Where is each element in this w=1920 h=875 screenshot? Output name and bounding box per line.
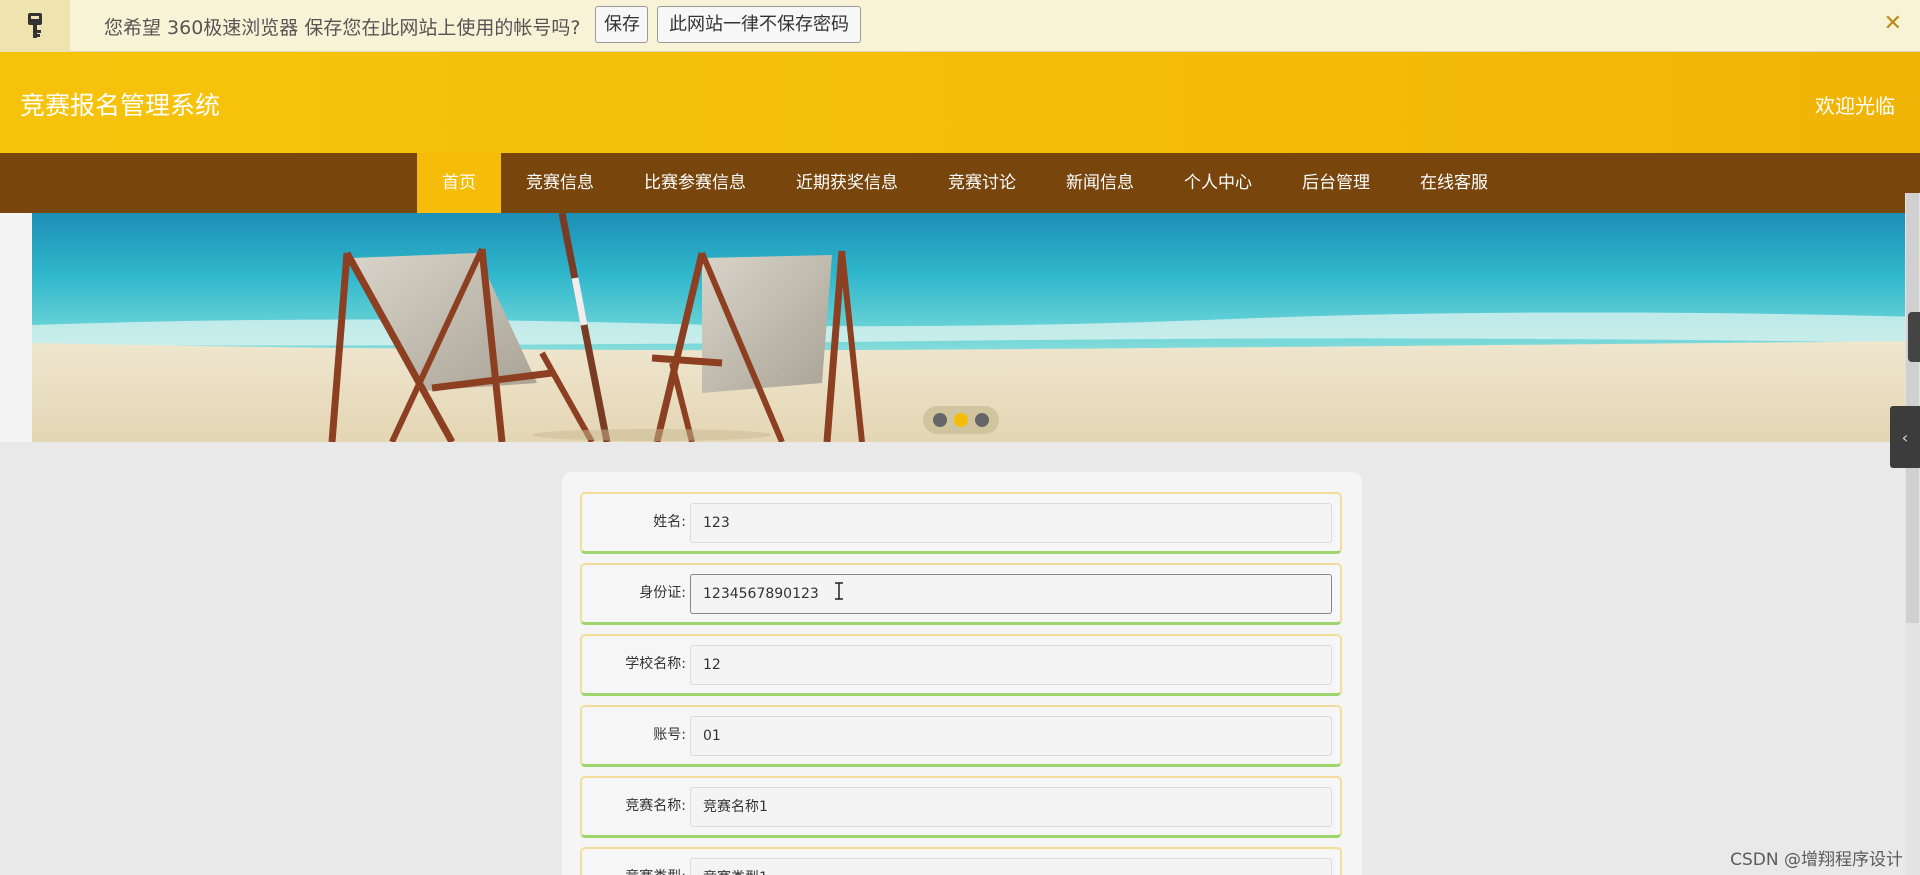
- save-password-button[interactable]: 保存: [595, 6, 648, 43]
- key-icon: [0, 0, 70, 52]
- nav-item-recent-awards[interactable]: 近期获奖信息: [771, 153, 923, 213]
- field-label-name: 姓名:: [653, 514, 686, 530]
- main-nav: 首页 竞赛信息 比赛参赛信息 近期获奖信息 竞赛讨论 新闻信息 个人中心 后台管…: [0, 153, 1920, 213]
- banner-pagination: [923, 406, 999, 434]
- field-label-school: 学校名称:: [625, 656, 686, 672]
- nav-item-admin[interactable]: 后台管理: [1277, 153, 1395, 213]
- text-cursor-icon: [835, 582, 843, 600]
- name-input[interactable]: 123: [690, 503, 1332, 543]
- nav-item-competition-discussion[interactable]: 竞赛讨论: [923, 153, 1041, 213]
- nav-item-participation-info[interactable]: 比赛参赛信息: [619, 153, 771, 213]
- field-label-account: 账号:: [653, 727, 686, 743]
- form-row-name: 姓名: 123: [580, 492, 1342, 554]
- account-input[interactable]: 01: [690, 716, 1332, 756]
- welcome-text: 欢迎光临: [1815, 94, 1895, 118]
- never-save-password-button[interactable]: 此网站一律不保存密码: [657, 6, 861, 43]
- form-row-competition-name: 竞赛名称: 竞赛名称1: [580, 776, 1342, 838]
- chevron-left-icon: ‹: [1901, 427, 1909, 447]
- banner-dot-1[interactable]: [932, 413, 947, 427]
- school-input[interactable]: 12: [690, 645, 1332, 685]
- nav-item-news[interactable]: 新闻信息: [1041, 153, 1159, 213]
- form-row-school: 学校名称: 12: [580, 634, 1342, 696]
- competition-name-input[interactable]: 竞赛名称1: [690, 787, 1332, 827]
- form-row-id-card: 身份证: 1234567890123: [580, 563, 1342, 625]
- side-grip-handle[interactable]: [1908, 312, 1920, 362]
- field-label-id-card: 身份证:: [639, 585, 686, 601]
- form-row-account: 账号: 01: [580, 705, 1342, 767]
- side-panel-toggle[interactable]: ‹: [1890, 406, 1920, 468]
- banner-left-edge: [0, 213, 32, 442]
- field-label-competition-type: 竞赛类型:: [582, 849, 686, 875]
- nav-item-personal-center[interactable]: 个人中心: [1159, 153, 1277, 213]
- close-icon[interactable]: ✕: [1884, 11, 1902, 36]
- site-title: 竞赛报名管理系统: [20, 91, 221, 120]
- password-save-bar: 您希望 360极速浏览器 保存您在此网站上使用的帐号吗? 保存 此网站一律不保存…: [0, 0, 1920, 52]
- nav-item-online-service[interactable]: 在线客服: [1395, 153, 1513, 213]
- id-card-input[interactable]: 1234567890123: [690, 574, 1332, 614]
- form-row-competition-type: 竞赛类型: 竞赛类型1: [580, 847, 1342, 875]
- nav-item-home[interactable]: 首页: [417, 153, 501, 213]
- watermark: CSDN @增翔程序设计: [1730, 850, 1903, 870]
- field-label-competition-name: 竞赛名称:: [625, 798, 686, 814]
- nav-list: 首页 竞赛信息 比赛参赛信息 近期获奖信息 竞赛讨论 新闻信息 个人中心 后台管…: [417, 153, 1513, 213]
- registration-form: 姓名: 123 身份证: 1234567890123 学校名称: 12 账号: …: [562, 472, 1362, 875]
- banner-dot-3[interactable]: [975, 413, 990, 427]
- nav-item-competition-info[interactable]: 竞赛信息: [501, 153, 619, 213]
- banner-dot-2[interactable]: [953, 413, 968, 427]
- competition-type-input[interactable]: 竞赛类型1: [690, 858, 1332, 875]
- site-header: 竞赛报名管理系统 欢迎光临: [0, 52, 1920, 153]
- password-save-message: 您希望 360极速浏览器 保存您在此网站上使用的帐号吗?: [104, 17, 581, 39]
